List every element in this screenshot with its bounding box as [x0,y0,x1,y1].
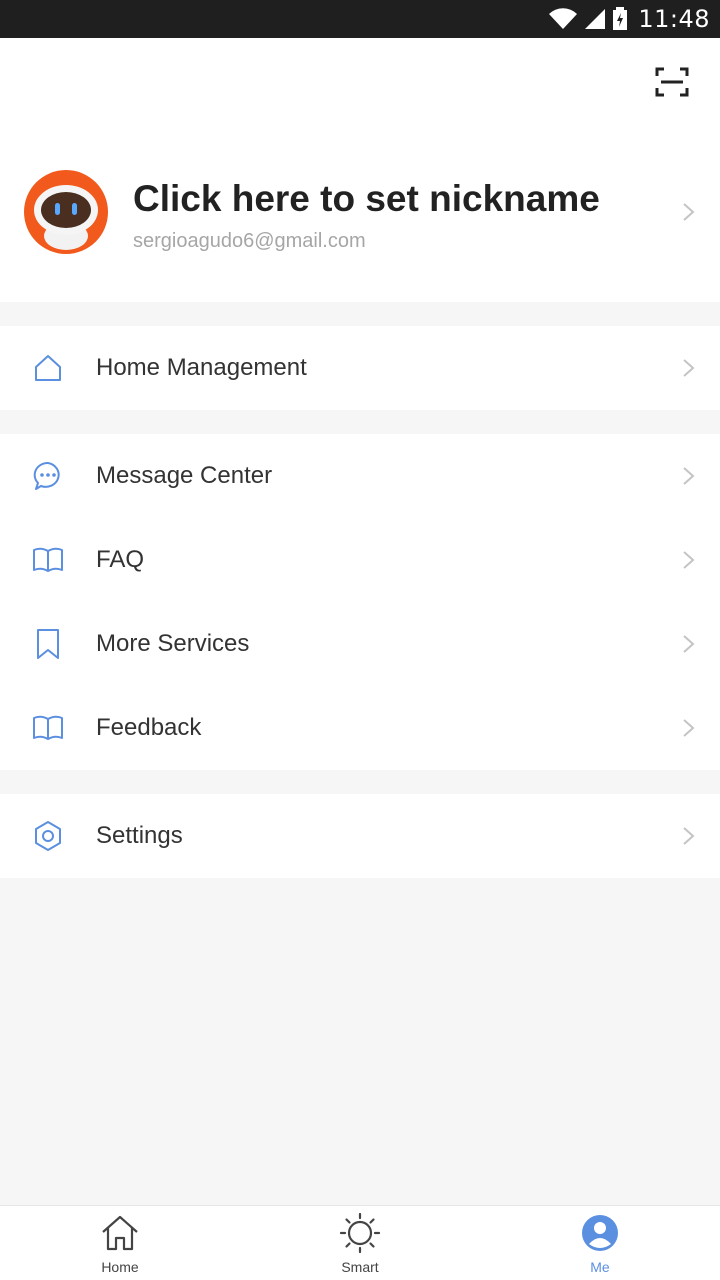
avatar [24,170,108,254]
signal-icon [585,9,606,29]
nickname-label: Click here to set nickname [133,178,600,219]
book-icon [30,710,66,746]
status-time: 11:48 [638,5,710,33]
chevron-right-icon [683,467,695,485]
menu-group-home: Home Management [0,326,720,410]
menu-item-more-services[interactable]: More Services [0,602,720,686]
status-bar: 11:48 [0,0,720,38]
wifi-icon [549,8,578,29]
book-icon [30,542,66,578]
scan-button[interactable] [654,64,690,100]
profile-header: Click here to set nickname sergioagudo6@… [0,38,720,302]
tab-smart[interactable]: Smart [240,1206,480,1280]
menu-item-label: More Services [96,630,250,657]
home-icon [30,350,66,386]
chevron-right-icon [683,203,695,221]
settings-icon [30,818,66,854]
chevron-right-icon [683,719,695,737]
menu-item-label: Home Management [96,354,307,381]
profile-row[interactable]: Click here to set nickname sergioagudo6@… [0,168,720,258]
menu-item-label: Settings [96,822,183,849]
tab-label: Me [590,1259,610,1275]
user-icon [579,1212,621,1254]
bottom-tab-bar: Home Smart Me [0,1205,720,1280]
chevron-right-icon [683,827,695,845]
message-icon [30,458,66,494]
menu-item-feedback[interactable]: Feedback [0,686,720,770]
tab-label: Smart [341,1259,379,1275]
tab-me[interactable]: Me [480,1206,720,1280]
sun-icon [339,1212,381,1254]
menu-item-label: Message Center [96,462,273,489]
menu-item-faq[interactable]: FAQ [0,518,720,602]
menu-item-message-center[interactable]: Message Center [0,434,720,518]
menu-group-settings: Settings [0,794,720,878]
status-icons [548,7,628,31]
bookmark-icon [30,626,66,662]
tab-label: Home [101,1259,139,1275]
battery-icon [613,7,628,30]
menu-item-settings[interactable]: Settings [0,794,720,878]
home-icon [99,1212,141,1254]
email-label: sergioagudo6@gmail.com [133,230,366,252]
menu-item-label: Feedback [96,714,202,741]
chevron-right-icon [683,551,695,569]
chevron-right-icon [683,359,695,377]
scan-icon [655,67,689,97]
menu-item-home-management[interactable]: Home Management [0,326,720,410]
chevron-right-icon [683,635,695,653]
menu-item-label: FAQ [96,546,145,573]
menu-group-support: Message Center FAQ More Services Feedbac… [0,434,720,770]
tab-home[interactable]: Home [0,1206,240,1280]
